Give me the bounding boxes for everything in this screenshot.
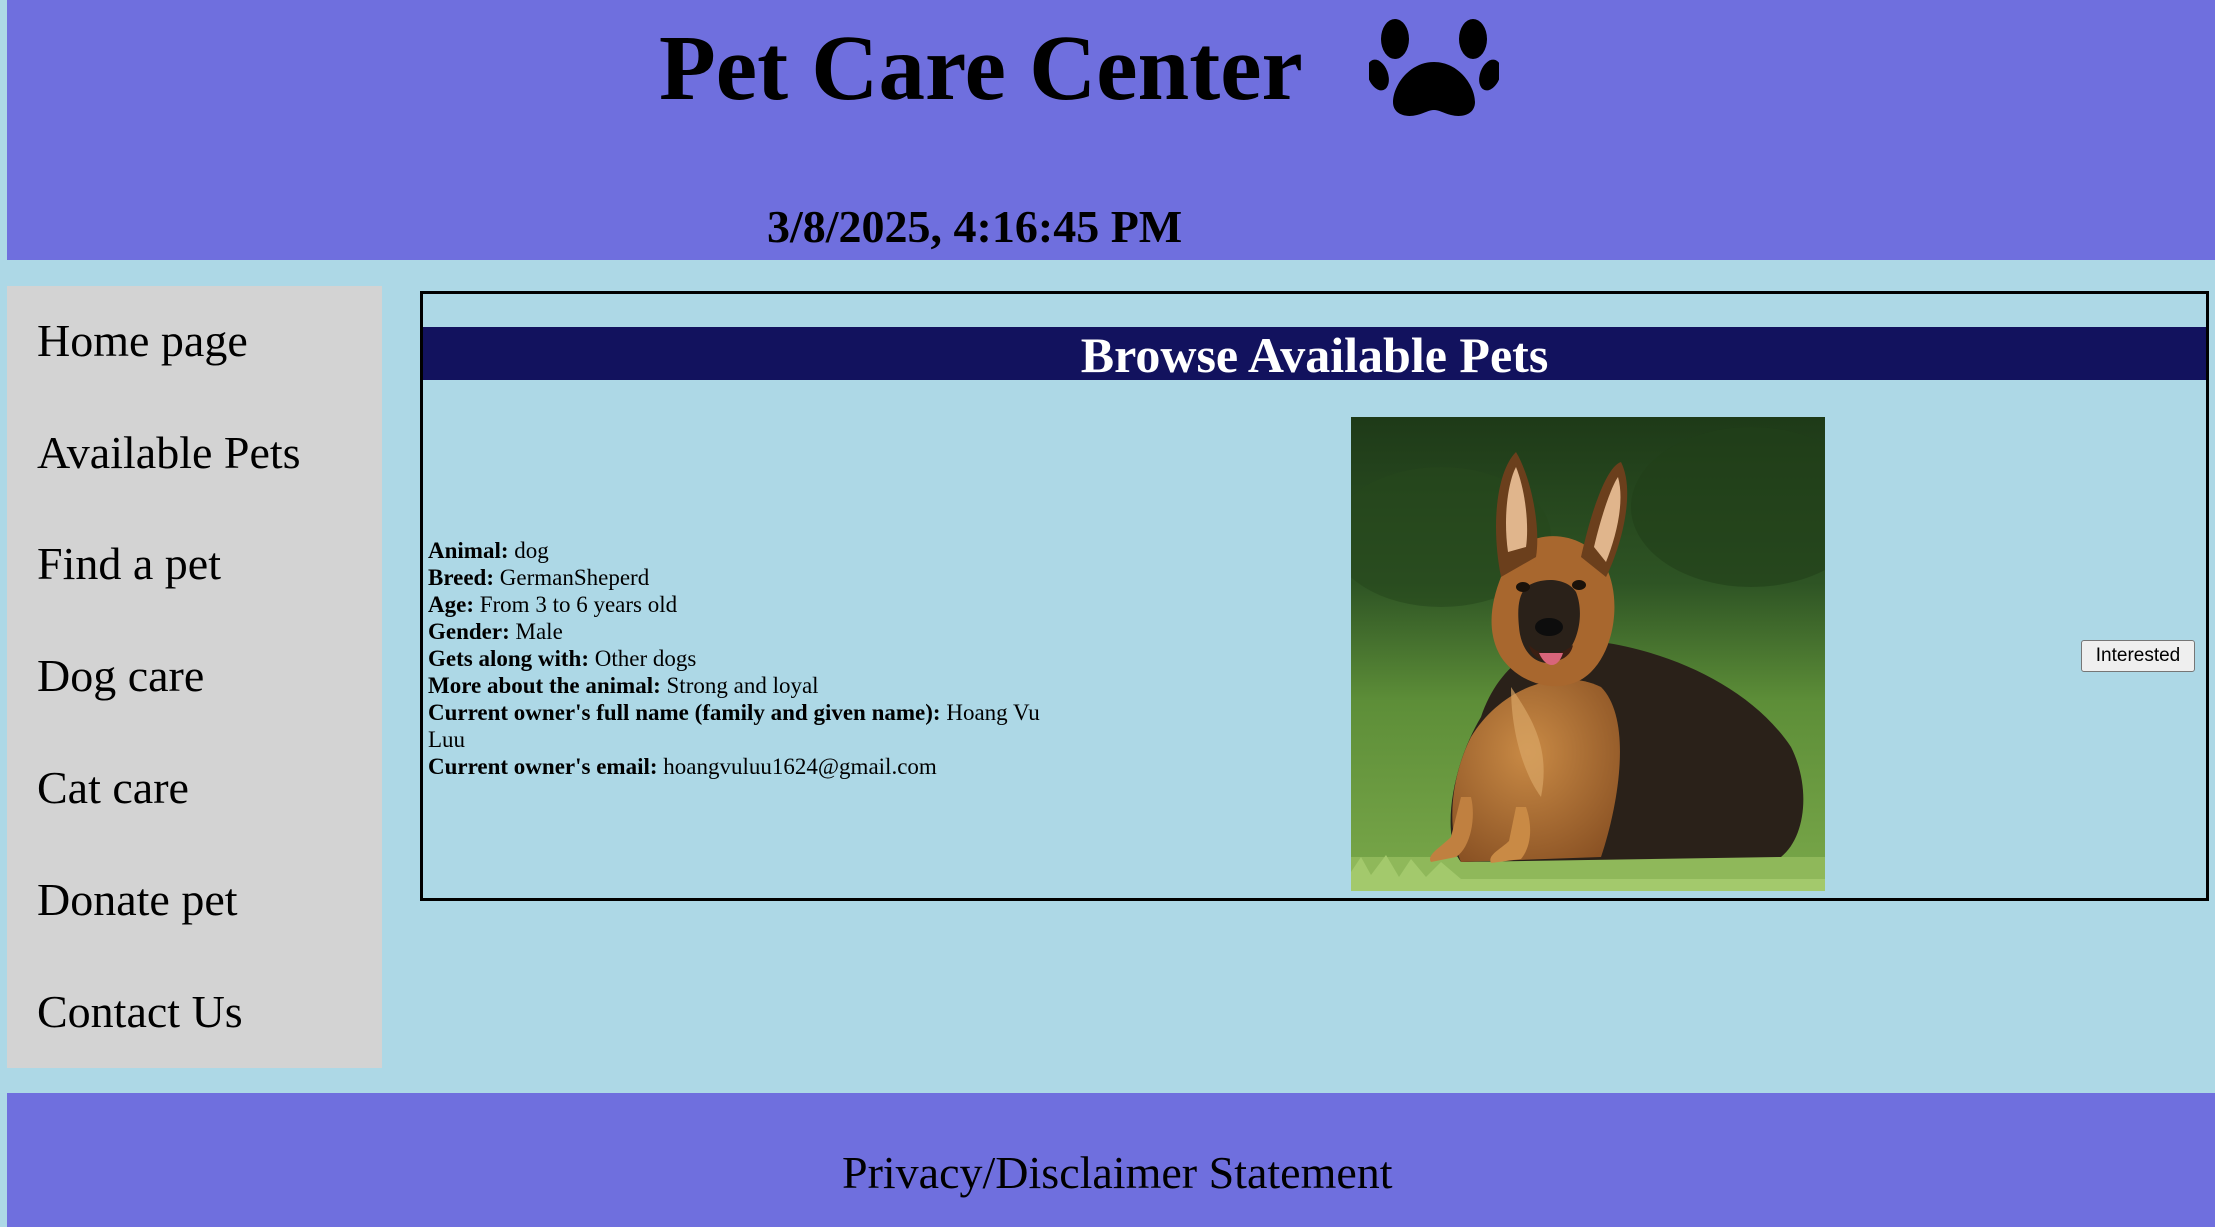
sidebar-nav: Home page Available Pets Find a pet Dog …	[7, 286, 382, 1068]
pet-gender-row: Gender: Male	[428, 618, 1078, 645]
pet-details: Animal: dog Breed: GermanSheperd Age: Fr…	[428, 537, 1078, 780]
site-title: Pet Care Center	[659, 17, 1303, 120]
panel-heading: Browse Available Pets	[423, 327, 2206, 383]
interested-button[interactable]: Interested	[2081, 640, 2195, 672]
sidebar-item-find-a-pet[interactable]: Find a pet	[37, 541, 221, 587]
current-datetime: 3/8/2025, 4:16:45 PM	[767, 201, 1183, 252]
pet-animal-value: dog	[514, 538, 549, 563]
pet-more-label: More about the animal:	[428, 673, 661, 698]
sidebar-item-contact-us[interactable]: Contact Us	[37, 989, 243, 1035]
pet-age-value: From 3 to 6 years old	[479, 592, 678, 617]
pet-breed-value: GermanSheperd	[499, 565, 650, 590]
site-footer: Privacy/Disclaimer Statement	[7, 1093, 2215, 1227]
pet-owner-email-row: Current owner's email: hoangvuluu1624@gm…	[428, 753, 1078, 780]
sidebar-item-available-pets[interactable]: Available Pets	[37, 430, 301, 476]
sidebar-item-donate-pet[interactable]: Donate pet	[37, 877, 238, 923]
site-header: Pet Care Center 3/8/2025, 4:16:45 PM	[7, 0, 2215, 260]
pet-owner-email-label: Current owner's email:	[428, 754, 658, 779]
pet-owner-name-row: Current owner's full name (family and gi…	[428, 699, 1078, 753]
pet-breed-row: Breed: GermanSheperd	[428, 564, 1078, 591]
pet-age-label: Age:	[428, 592, 474, 617]
pet-more-row: More about the animal: Strong and loyal	[428, 672, 1078, 699]
pet-animal-label: Animal:	[428, 538, 509, 563]
pet-gets-along-value: Other dogs	[594, 646, 697, 671]
pet-more-value: Strong and loyal	[666, 673, 819, 698]
sidebar-item-dog-care[interactable]: Dog care	[37, 653, 204, 699]
privacy-disclaimer-link[interactable]: Privacy/Disclaimer Statement	[842, 1150, 1393, 1196]
pet-animal-row: Animal: dog	[428, 537, 1078, 564]
german-shepherd-photo	[1351, 417, 1825, 891]
pet-gender-value: Male	[515, 619, 563, 644]
pet-gets-along-label: Gets along with:	[428, 646, 589, 671]
pet-gender-label: Gender:	[428, 619, 510, 644]
sidebar-item-cat-care[interactable]: Cat care	[37, 765, 189, 811]
pet-owner-email-value: hoangvuluu1624@gmail.com	[663, 754, 937, 779]
pet-breed-label: Breed:	[428, 565, 495, 590]
pet-age-row: Age: From 3 to 6 years old	[428, 591, 1078, 618]
pet-owner-name-label: Current owner's full name (family and gi…	[428, 700, 941, 725]
pet-gets-along-row: Gets along with: Other dogs	[428, 645, 1078, 672]
sidebar-item-home[interactable]: Home page	[37, 318, 248, 364]
pet-listing-panel: Browse Available Pets Animal: dog Breed:…	[420, 291, 2209, 901]
paw-icon	[1369, 19, 1499, 116]
